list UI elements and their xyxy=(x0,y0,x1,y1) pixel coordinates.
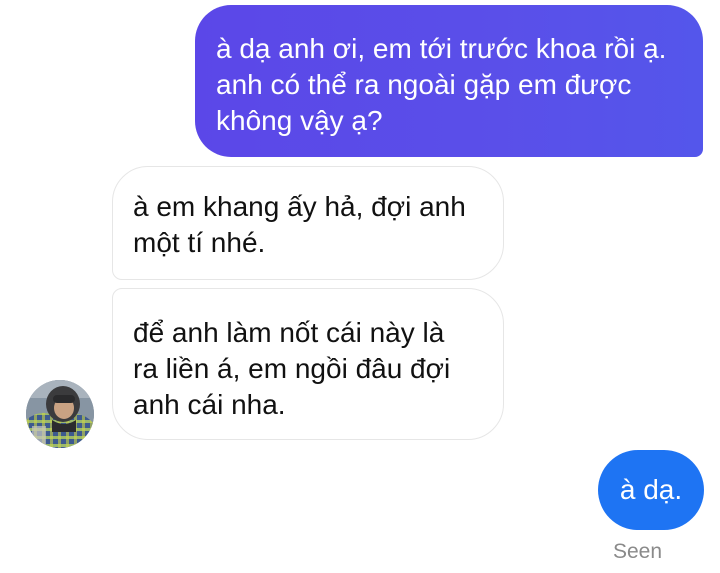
incoming-message-bubble[interactable]: để anh làm nốt cái này là ra liền á, em … xyxy=(112,288,504,440)
outgoing-message-bubble[interactable]: à dạ anh ơi, em tới trước khoa rồi ạ. an… xyxy=(195,5,703,157)
person-avatar-icon xyxy=(26,380,94,448)
outgoing-message-bubble[interactable]: à dạ. xyxy=(598,450,704,530)
incoming-message-bubble[interactable]: à em khang ấy hả, đợi anh một tí nhé. xyxy=(112,166,504,280)
contact-avatar[interactable] xyxy=(26,380,94,448)
seen-status-label: Seen xyxy=(612,540,662,563)
